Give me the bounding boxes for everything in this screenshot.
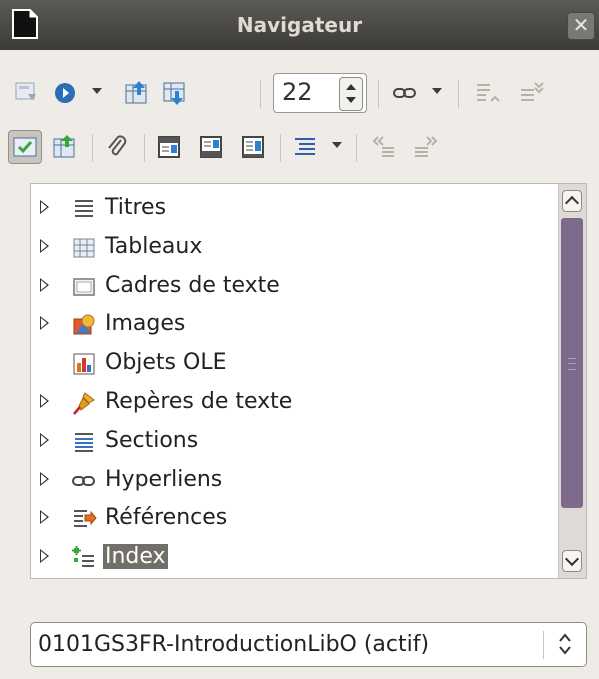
- tree-item-r-f-rences[interactable]: Références: [31, 500, 551, 538]
- references-icon: [71, 506, 97, 532]
- promote-level-icon[interactable]: [470, 76, 504, 110]
- spinner-down-icon[interactable]: [346, 97, 356, 103]
- tree-item-cadres-de-texte[interactable]: Cadres de texte: [31, 268, 551, 306]
- tree-item-label: Sections: [105, 427, 199, 453]
- sections-icon: [71, 429, 97, 455]
- expand-arrow-icon[interactable]: [40, 432, 49, 447]
- tree-item-hyperliens[interactable]: Hyperliens: [31, 462, 551, 500]
- expand-arrow-icon[interactable]: [40, 200, 49, 214]
- content-tree[interactable]: Titres Tableaux Cadres de texte Images Objet…: [30, 183, 587, 579]
- tree-item-label: Objets OLE: [105, 350, 227, 376]
- toolbar-separator: [260, 80, 261, 108]
- expand-arrow-icon[interactable]: [40, 549, 49, 564]
- document-select[interactable]: 0101GS3FR-IntroductionLibO (actif): [30, 622, 587, 667]
- tree-item-rep-res-de-texte[interactable]: Repères de texte: [31, 384, 551, 422]
- spinner-up-icon[interactable]: [346, 84, 356, 90]
- tree-item-label: Hyperliens: [105, 466, 223, 492]
- tree-item-label: Tableaux: [105, 233, 203, 259]
- next-icon[interactable]: [158, 76, 192, 110]
- outline-level-dropdown-icon[interactable]: [332, 142, 342, 148]
- text-frames-icon: [71, 274, 97, 300]
- tree-item-label: Cadres de texte: [105, 272, 280, 298]
- tree-item-images[interactable]: Images: [31, 306, 551, 344]
- drag-mode-icon[interactable]: [388, 76, 422, 110]
- tables-icon: [71, 235, 97, 261]
- close-icon[interactable]: ✕: [567, 12, 595, 40]
- tree-item-index[interactable]: Index: [31, 539, 551, 577]
- tree-item-label: Titres: [105, 195, 167, 220]
- toggle-content-icon[interactable]: [10, 76, 44, 110]
- list-box-toggle-icon[interactable]: [8, 130, 42, 164]
- tree-item-tableaux[interactable]: Tableaux: [31, 229, 551, 267]
- vertical-scrollbar[interactable]: [558, 184, 586, 578]
- title-bar: Navigateur ✕: [0, 0, 599, 50]
- chevron-down-icon: [564, 551, 580, 567]
- expand-arrow-icon[interactable]: [40, 316, 49, 331]
- outline-level-icon[interactable]: [288, 130, 322, 164]
- tree-item-label: Repères de texte: [105, 389, 293, 414]
- indexes-icon: [71, 545, 97, 571]
- navigator-toolbar-2: [0, 124, 599, 170]
- updown-chevron-icon: [559, 633, 571, 655]
- document-select-value: 0101GS3FR-IntroductionLibO (actif): [38, 632, 430, 657]
- content-view-icon[interactable]: [48, 130, 82, 164]
- tree-item-titres[interactable]: Titres: [31, 190, 551, 228]
- anchor-icon[interactable]: [236, 130, 270, 164]
- drag-mode-dropdown-icon[interactable]: [432, 88, 442, 94]
- header-icon[interactable]: [152, 130, 186, 164]
- window-title: Navigateur: [236, 13, 363, 37]
- expand-arrow-icon[interactable]: [40, 471, 49, 486]
- previous-icon[interactable]: [120, 76, 154, 110]
- chapter-up-icon[interactable]: [368, 130, 402, 164]
- footer-icon[interactable]: [194, 130, 228, 164]
- page-number-value[interactable]: 22: [282, 78, 313, 106]
- expand-arrow-icon[interactable]: [40, 238, 49, 253]
- select-separator: [543, 631, 544, 659]
- navigation-dropdown-icon[interactable]: [92, 88, 102, 94]
- ole-objects-icon: [71, 351, 97, 377]
- scroll-down-button[interactable]: [562, 550, 582, 572]
- navigation-icon[interactable]: [48, 76, 82, 110]
- tree-item-label: Images: [105, 311, 186, 337]
- tree-item-label: Références: [105, 505, 228, 531]
- navigator-toolbar-1: 22: [0, 70, 599, 116]
- scroll-up-button[interactable]: [562, 190, 582, 212]
- hyperlinks-icon: [71, 468, 97, 494]
- tree-item-label: Index: [103, 544, 168, 570]
- scroll-thumb[interactable]: [561, 218, 583, 508]
- expand-arrow-icon[interactable]: [40, 394, 49, 408]
- tree-item-sections[interactable]: Sections: [31, 423, 551, 461]
- spinner-arrows[interactable]: [339, 77, 363, 111]
- toolbar-separator: [458, 80, 459, 108]
- reminder-icon[interactable]: [100, 130, 134, 164]
- chapter-down-icon[interactable]: [408, 130, 442, 164]
- toolbar-separator: [378, 80, 379, 108]
- page-number-spinner[interactable]: 22: [273, 73, 367, 113]
- bookmarks-icon: [71, 390, 97, 416]
- expand-arrow-icon[interactable]: [40, 510, 49, 525]
- grip-icon: [568, 358, 576, 370]
- tree-item-objets-ole[interactable]: Objets OLE: [31, 345, 551, 383]
- demote-level-icon[interactable]: [514, 76, 548, 110]
- toolbar-separator: [144, 134, 145, 162]
- toolbar-separator: [92, 134, 93, 162]
- images-icon: [71, 312, 97, 338]
- toolbar-separator: [356, 134, 357, 162]
- toolbar-separator: [280, 134, 281, 162]
- expand-arrow-icon[interactable]: [40, 277, 49, 292]
- headings-icon: [71, 196, 97, 222]
- chevron-up-icon: [564, 195, 580, 211]
